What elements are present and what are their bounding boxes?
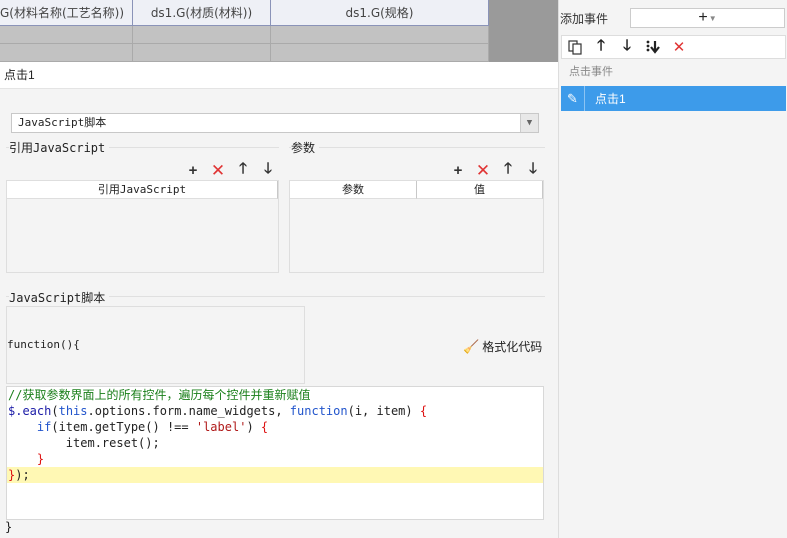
move-to-bottom-icon[interactable] xyxy=(644,38,662,56)
param-value-column-header[interactable]: 值 xyxy=(417,181,543,199)
broom-icon: 🧹 xyxy=(463,338,480,354)
ref-js-section-title: 引用JavaScript xyxy=(9,139,110,156)
params-table[interactable]: 参数 值 xyxy=(289,180,544,273)
arrow-up-icon[interactable]: 🡑 xyxy=(592,37,610,56)
sheet-cell[interactable] xyxy=(133,26,271,44)
caret-down-icon: ▼ xyxy=(708,13,717,23)
delete-x-icon[interactable]: ✕ xyxy=(670,38,688,56)
sheet-cell[interactable] xyxy=(133,44,271,62)
event-item-click1[interactable]: ✎ 点击1 xyxy=(561,86,786,111)
ref-js-table[interactable]: 引用JavaScript xyxy=(6,180,279,273)
code-editor[interactable]: //获取参数界面上的所有控件，遍历每个控件并重新赋值 $.each(this.o… xyxy=(6,386,544,520)
function-open-line: function(){ xyxy=(7,338,80,351)
plus-icon[interactable]: + xyxy=(450,162,466,179)
params-section-title: 参数 xyxy=(291,139,320,156)
plus-icon[interactable]: + xyxy=(185,162,201,179)
code-line: } xyxy=(36,452,45,466)
dialog-title: 点击1 xyxy=(0,62,558,89)
code-line-highlighted: }); xyxy=(7,467,543,483)
code-line: //获取参数界面上的所有控件，遍历每个控件并重新赋值 xyxy=(8,388,311,402)
event-toolbar: 🡑 🡓 ✕ xyxy=(561,35,786,59)
delete-x-icon[interactable]: ✕ xyxy=(475,161,491,181)
sheet-cell[interactable] xyxy=(0,44,133,62)
click-events-section-label: 点击事件 xyxy=(569,66,613,78)
column-header-material-name[interactable]: G(材料名称(工艺名称)) xyxy=(0,0,133,26)
code-line: $.each(this.options.form.name_widgets, f… xyxy=(8,404,428,418)
column-header-material[interactable]: ds1.G(材质(材料)) xyxy=(133,0,271,26)
event-editor-dialog: 点击1 JavaScript脚本 ▼ 引用JavaScript + ✕ 🡑 🡓 … xyxy=(0,62,558,538)
plus-icon: + xyxy=(698,9,708,26)
column-header-spec[interactable]: ds1.G(规格) xyxy=(271,0,489,26)
pencil-icon[interactable]: ✎ xyxy=(561,86,585,111)
add-event-label: 添加事件 xyxy=(560,12,609,26)
param-name-column-header[interactable]: 参数 xyxy=(290,181,417,199)
format-code-button[interactable]: 🧹 格式化代码 xyxy=(463,338,542,355)
section-divider xyxy=(289,147,545,148)
chevron-down-icon[interactable]: ▼ xyxy=(520,114,538,132)
event-panel: 添加事件 + ▼ 🡑 🡓 ✕ 点击事件 ✎ 点击1 xyxy=(558,0,787,538)
sheet-cell[interactable] xyxy=(271,26,489,44)
arrow-down-icon[interactable]: 🡓 xyxy=(618,37,636,56)
event-item-label: 点击1 xyxy=(595,92,626,106)
function-close-line: } xyxy=(5,520,13,534)
add-event-button[interactable]: + ▼ xyxy=(630,8,785,28)
code-line: item.reset(); xyxy=(8,436,160,450)
script-section-title: JavaScript脚本 xyxy=(9,289,110,306)
ref-js-column-header[interactable]: 引用JavaScript xyxy=(7,181,278,199)
sheet-cell[interactable] xyxy=(0,26,133,44)
script-type-select[interactable]: JavaScript脚本 ▼ xyxy=(11,113,539,133)
code-line: if(item.getType() !== 'label') { xyxy=(36,420,269,434)
delete-x-icon[interactable]: ✕ xyxy=(210,161,226,181)
copy-icon[interactable] xyxy=(566,38,584,56)
spreadsheet-background: G(材料名称(工艺名称)) ds1.G(材质(材料)) ds1.G(规格) xyxy=(0,0,558,62)
sheet-cell[interactable] xyxy=(271,44,489,62)
